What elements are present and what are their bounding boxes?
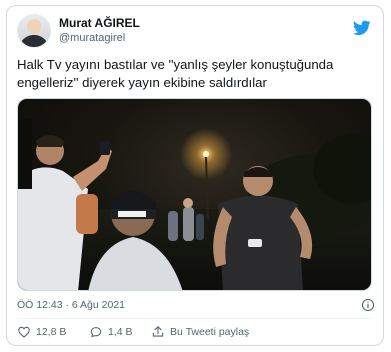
tweet-actions: 12,8 B 1,4 B Bu Tweeti paylaş	[17, 324, 317, 340]
tweet-meta: ÖÖ 12:43 · 6 Ağu 2021	[17, 298, 375, 313]
author-display-name[interactable]: Murat AĞIREL	[59, 16, 140, 31]
tweet-header: Murat AĞIREL @muratagirel	[17, 14, 373, 50]
share-icon	[152, 326, 164, 337]
divider	[17, 318, 373, 319]
reply-button[interactable]: 1,4 B	[89, 324, 133, 340]
twitter-bird-icon[interactable]	[353, 20, 371, 36]
avatar[interactable]	[17, 14, 51, 48]
author-handle[interactable]: @muratagirel	[59, 31, 140, 46]
share-button[interactable]: Bu Tweeti paylaş	[151, 324, 249, 340]
share-label: Bu Tweeti paylaş	[170, 326, 250, 338]
heart-icon	[18, 326, 30, 338]
tweet-card[interactable]: Murat AĞIREL @muratagirel Halk Tv yayını…	[6, 5, 384, 346]
author-names[interactable]: Murat AĞIREL @muratagirel	[59, 16, 140, 46]
video-frame-image	[18, 119, 371, 290]
tweet-text: Halk Tv yayını bastılar ve ''yanlış şeyl…	[17, 57, 334, 90]
video-media[interactable]	[17, 98, 372, 291]
tweet-timestamp[interactable]: ÖÖ 12:43 · 6 Ağu 2021	[17, 299, 125, 311]
reply-count: 1,4 B	[108, 326, 133, 338]
like-button[interactable]: 12,8 B	[17, 324, 66, 340]
info-icon[interactable]	[361, 298, 375, 312]
reply-bubble-icon	[90, 327, 102, 338]
like-count: 12,8 B	[36, 326, 67, 338]
